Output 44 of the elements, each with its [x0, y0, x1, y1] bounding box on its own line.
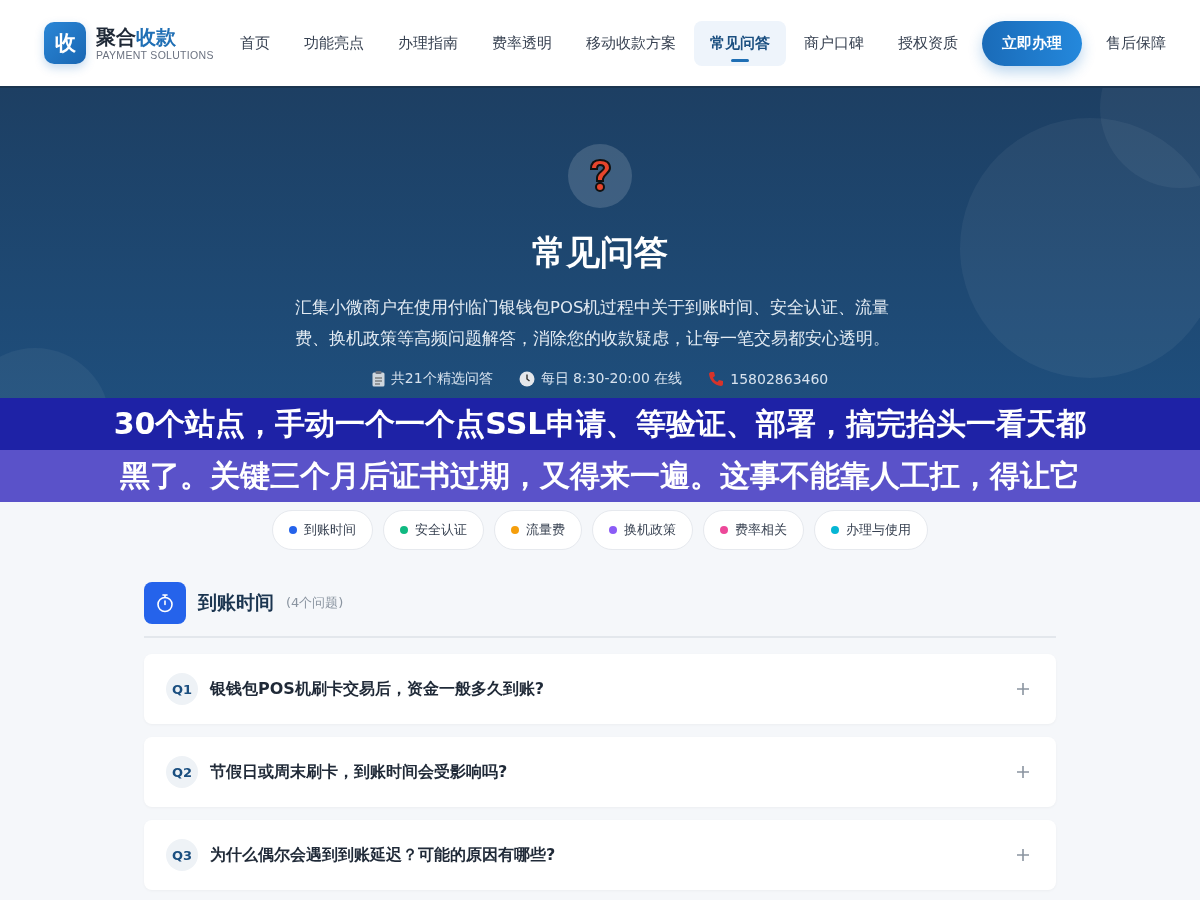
question-card[interactable]: Q3 为什么偶尔会遇到到账延迟？可能的原因有哪些? — [144, 820, 1056, 890]
nav-link[interactable]: 移动收款方案 — [569, 20, 692, 66]
nav-link[interactable]: 费率透明 — [475, 20, 568, 66]
category-chip[interactable]: 流量费 — [494, 510, 582, 550]
nav-link[interactable]: 商户口碑 — [787, 20, 880, 66]
meta-text: 共21个精选问答 — [390, 370, 493, 388]
question-card[interactable]: Q1 银钱包POS机刷卡交易后，资金一般多久到账? — [144, 654, 1056, 724]
question-count: (4个问题) — [286, 594, 344, 612]
expand-icon[interactable] — [1016, 765, 1030, 779]
category-chip[interactable]: 换机政策 — [592, 510, 693, 550]
question-card[interactable]: Q2 节假日或周末刷卡，到账时间会受影响吗? — [144, 737, 1056, 807]
meta-text: 每日 8:30-20:00 在线 — [540, 370, 683, 388]
expand-icon[interactable] — [1016, 848, 1030, 862]
section-title: 到账时间 — [198, 590, 274, 615]
brand-tagline: PAYMENT SOLUTIONS — [96, 49, 214, 61]
clock-icon — [518, 371, 535, 387]
nav-link[interactable]: 首页 — [223, 20, 286, 66]
question-text: 银钱包POS机刷卡交易后，资金一般多久到账? — [210, 678, 546, 700]
page-description: 汇集小微商户在使用付临门银钱包POS机过程中关于到账时间、安全认证、流量费、换机政策等高频问题解答，消除您的收款疑虑，让每一笔交易都安心透明。 — [295, 297, 891, 350]
category-chip[interactable]: 费率相关 — [703, 510, 804, 550]
stopwatch-icon — [144, 582, 186, 624]
category-chip[interactable]: 到账时间 — [272, 510, 373, 550]
brand-name: 聚合收款 — [96, 25, 177, 49]
expand-icon[interactable] — [1016, 682, 1030, 696]
meta-text: 15802863460 — [730, 371, 829, 387]
nav-link[interactable]: 常见问答 — [693, 20, 786, 66]
logo-icon: 收 — [44, 22, 86, 64]
caption-text: 黑了。关键三个月后证书过期，又得来一遍。这事不能靠人工扛，得让它 — [120, 457, 1080, 495]
nav-link[interactable]: 办理指南 — [381, 20, 474, 66]
question-text: 为什么偶尔会遇到到账延迟？可能的原因有哪些? — [210, 844, 557, 866]
nav-link[interactable]: 售后保障 — [1089, 20, 1182, 66]
nav-link[interactable]: 授权资质 — [881, 20, 974, 66]
category-chip[interactable]: 办理与使用 — [814, 510, 928, 550]
question-number: Q3 — [166, 839, 198, 871]
page-title: 常见问答 — [532, 231, 668, 274]
nav-link[interactable]: 功能亮点 — [287, 20, 380, 66]
phone-icon — [708, 371, 725, 387]
question-number: Q2 — [166, 756, 198, 788]
caption-text: 30个站点，手动一个一个点SSL申请、等验证、部署，搞完抬头一看天都 — [113, 405, 1087, 443]
category-chip[interactable]: 安全认证 — [383, 510, 484, 550]
apply-button[interactable]: 立即办理 — [981, 20, 1082, 66]
question-text: 节假日或周末刷卡，到账时间会受影响吗? — [210, 761, 509, 783]
question-number: Q1 — [166, 673, 198, 705]
clipboard-icon — [371, 371, 385, 387]
